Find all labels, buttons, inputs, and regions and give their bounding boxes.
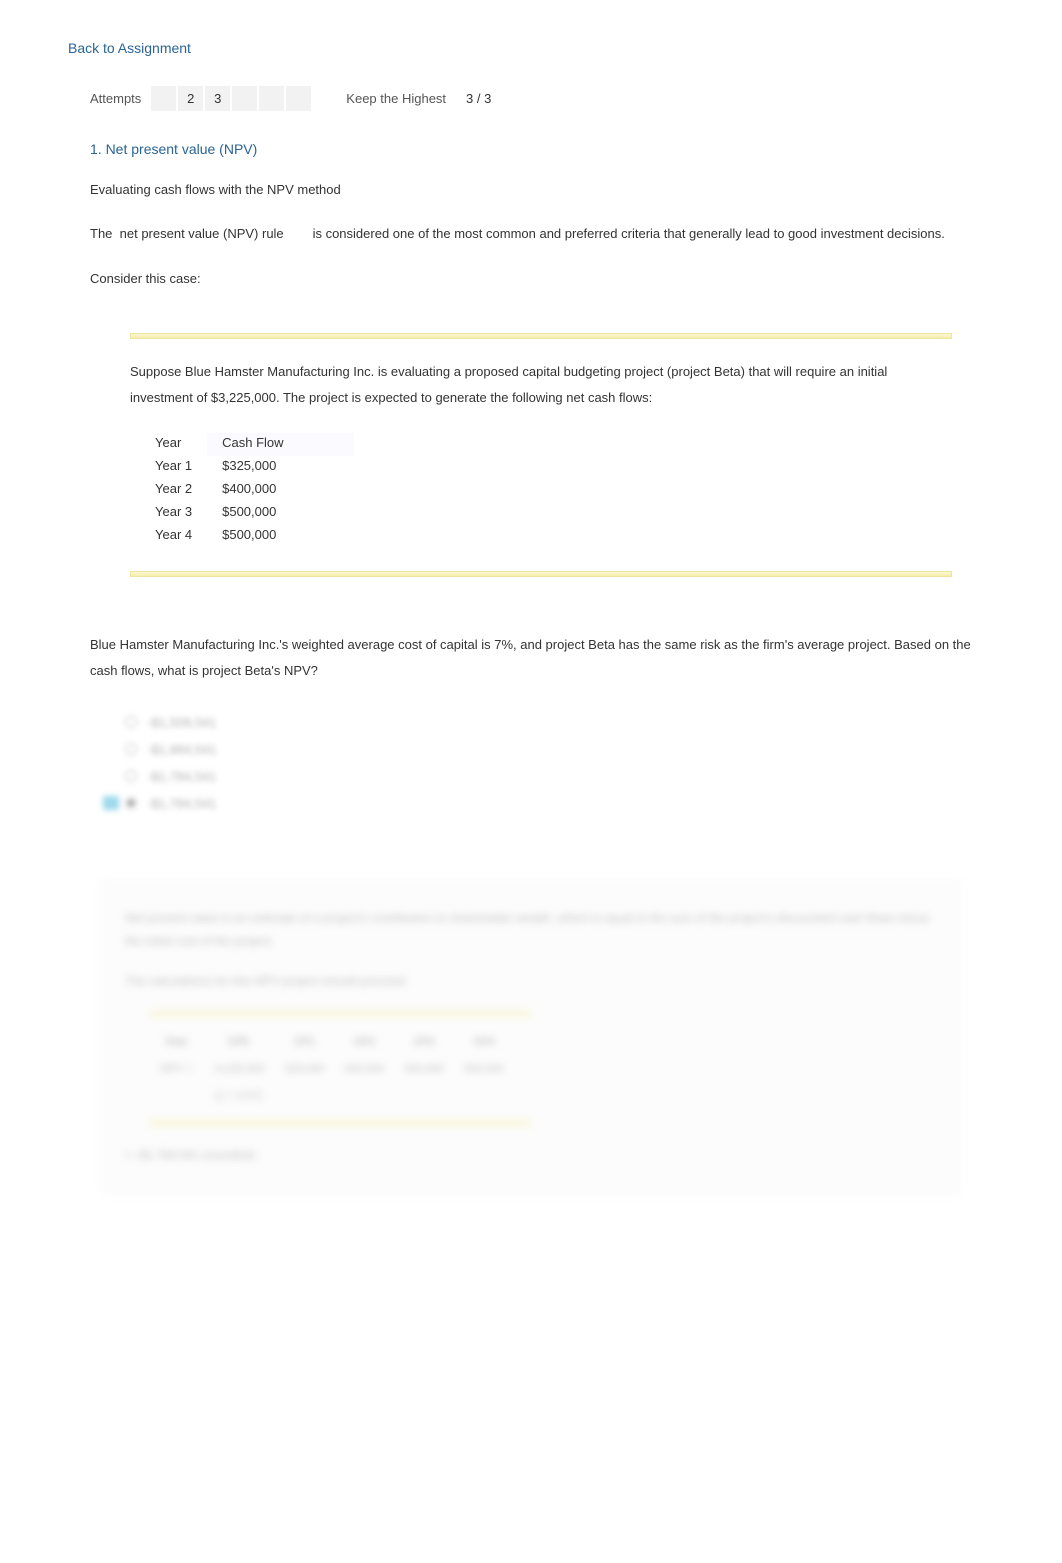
- attempts-bar: Attempts 2 3 Keep the Highest 3 / 3: [70, 86, 992, 111]
- option-label: -$1,784,541: [147, 769, 216, 784]
- score-value: 3 / 3: [466, 91, 491, 106]
- option-label: -$1,784,541: [147, 796, 216, 811]
- case-top-bar: [130, 333, 952, 339]
- attempt-slot: 2: [178, 86, 203, 111]
- keep-highest-label: Keep the Highest: [346, 91, 446, 106]
- attempt-slot: [151, 86, 176, 111]
- wacc-cell: 500,000: [394, 1056, 454, 1083]
- attempt-boxes: 2 3: [151, 86, 311, 111]
- cashflow-table: Year Cash Flow Year 1 $325,000 Year 2 $4…: [155, 431, 314, 546]
- explanation-block: Net present value is an estimate of a pr…: [100, 877, 962, 1197]
- attempts-label: Attempts: [90, 91, 141, 106]
- intro-text: The net present value (NPV) rule is cons…: [70, 222, 992, 245]
- wacc-top-bar: [150, 1011, 530, 1017]
- table-row: Year 4 $500,000: [155, 523, 314, 546]
- cell-year: Year 1: [155, 454, 222, 477]
- attempt-slot: [232, 86, 257, 111]
- wacc-table: Year CF0 CF1 CF2 CF3 CF4 NPV = -3,225,00…: [150, 1029, 514, 1110]
- cell-cashflow: $325,000: [222, 454, 313, 477]
- consider-text: Consider this case:: [70, 267, 992, 290]
- col-cashflow: Cash Flow: [222, 431, 313, 454]
- attempt-slot: [286, 86, 311, 111]
- cell-cashflow: $500,000: [222, 500, 313, 523]
- cell-year: Year 3: [155, 500, 222, 523]
- cell-cashflow: $500,000: [222, 523, 313, 546]
- radio-icon: [125, 797, 137, 809]
- col-cashflow-label: Cash Flow: [222, 435, 283, 450]
- intro-post: is considered one of the most common and…: [313, 226, 945, 241]
- wacc-cell: 500,000: [454, 1056, 514, 1083]
- wacc-denom-row: (1 + 0.07): [150, 1083, 514, 1110]
- question-prompt: Blue Hamster Manufacturing Inc.'s weight…: [70, 632, 992, 684]
- option-label: -$1,984,541: [147, 742, 216, 757]
- wacc-hdr: CF2: [334, 1029, 394, 1056]
- wacc-header-row: Year CF0 CF1 CF2 CF3 CF4: [150, 1029, 514, 1056]
- attempt-slot: 3: [205, 86, 230, 111]
- col-year: Year: [155, 431, 222, 454]
- answer-option[interactable]: -$1,509,541: [125, 709, 992, 736]
- radio-icon: [125, 770, 137, 782]
- calc-result: = -$1,784,541 (rounded): [125, 1144, 937, 1167]
- rule-term: net present value (NPV) rule: [120, 226, 284, 241]
- wacc-hdr: CF1: [275, 1029, 335, 1056]
- wacc-cell: -3,225,000: [202, 1056, 275, 1083]
- case-text: Suppose Blue Hamster Manufacturing Inc. …: [130, 359, 952, 411]
- cell-cashflow: $400,000: [222, 477, 313, 500]
- answer-option-selected[interactable]: -$1,784,541: [125, 790, 992, 817]
- intro-pre: The: [90, 226, 112, 241]
- wacc-row-label: NPV =: [150, 1056, 202, 1083]
- explain-para-2: The calculations for this NPV project sh…: [125, 970, 937, 993]
- explain-para-1: Net present value is an estimate of a pr…: [125, 907, 937, 953]
- section-heading: Evaluating cash flows with the NPV metho…: [70, 182, 992, 197]
- wacc-cell: 325,000: [275, 1056, 335, 1083]
- radio-icon: [125, 743, 137, 755]
- wacc-cell: 400,000: [334, 1056, 394, 1083]
- wacc-hdr: Year: [150, 1029, 202, 1056]
- wacc-hdr: CF3: [394, 1029, 454, 1056]
- wacc-hdr: CF4: [454, 1029, 514, 1056]
- attempt-slot: [259, 86, 284, 111]
- table-row: Year 2 $400,000: [155, 477, 314, 500]
- back-to-assignment-link[interactable]: Back to Assignment: [68, 40, 191, 56]
- wacc-data-row: NPV = -3,225,000 325,000 400,000 500,000…: [150, 1056, 514, 1083]
- cell-year: Year 2: [155, 477, 222, 500]
- table-header-row: Year Cash Flow: [155, 431, 314, 454]
- answer-option[interactable]: -$1,784,541: [125, 763, 992, 790]
- wacc-cell: (1 + 0.07): [202, 1083, 275, 1110]
- wacc-hdr: CF0: [202, 1029, 275, 1056]
- radio-icon: [125, 716, 137, 728]
- option-label: -$1,509,541: [147, 715, 216, 730]
- answer-option[interactable]: -$1,984,541: [125, 736, 992, 763]
- case-bottom-bar: [130, 571, 952, 577]
- answer-options: -$1,509,541 -$1,984,541 -$1,784,541 -$1,…: [70, 709, 992, 817]
- table-row: Year 3 $500,000: [155, 500, 314, 523]
- cell-year: Year 4: [155, 523, 222, 546]
- question-title: 1. Net present value (NPV): [70, 141, 992, 157]
- wacc-bottom-bar: [150, 1120, 530, 1126]
- case-box: Suppose Blue Hamster Manufacturing Inc. …: [110, 313, 972, 602]
- table-row: Year 1 $325,000: [155, 454, 314, 477]
